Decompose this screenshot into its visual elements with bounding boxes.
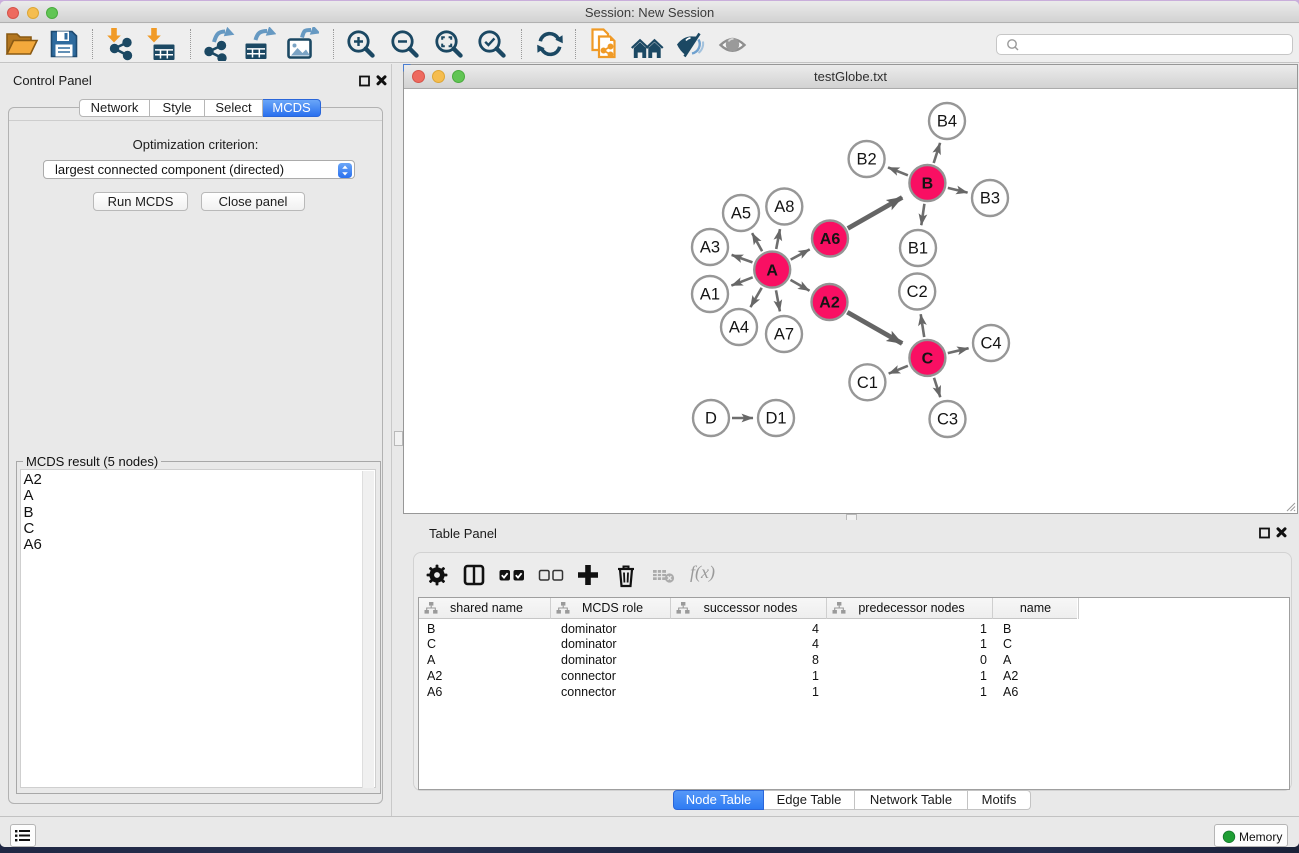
svg-text:B4: B4 [937,113,957,131]
svg-text:B3: B3 [980,190,1000,208]
svg-text:C2: C2 [907,283,928,301]
svg-text:A6: A6 [820,231,841,248]
svg-text:D: D [705,410,717,428]
svg-text:C1: C1 [857,374,878,392]
svg-text:C: C [922,351,934,368]
svg-text:B2: B2 [857,151,877,169]
svg-text:A7: A7 [774,326,794,344]
svg-text:A8: A8 [774,198,794,216]
svg-text:A1: A1 [700,286,720,304]
svg-text:A2: A2 [819,295,840,312]
svg-text:C3: C3 [937,411,958,429]
svg-text:A5: A5 [731,205,751,223]
svg-text:C4: C4 [980,335,1001,353]
svg-text:B: B [922,176,934,193]
svg-text:A3: A3 [700,239,720,257]
svg-text:A4: A4 [729,319,749,337]
svg-text:D1: D1 [765,410,786,428]
svg-text:B1: B1 [908,240,928,258]
svg-text:A: A [766,262,778,279]
